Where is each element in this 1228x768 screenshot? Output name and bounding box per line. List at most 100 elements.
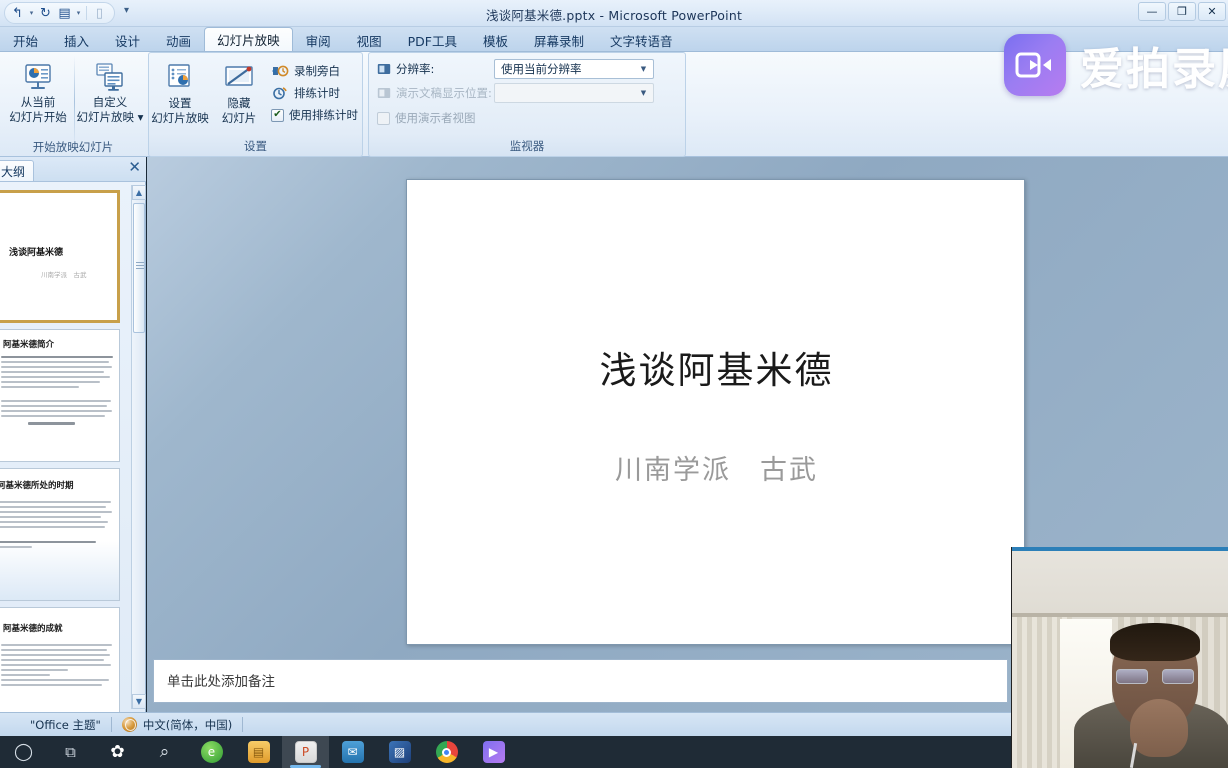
task-view-button[interactable]: ⧉ [47, 736, 94, 768]
slide-thumbnail-pane: 大纲 ✕ 浅谈阿基米德 川南学派 古武 阿基米德简介 阿基米德所处的时期 阿基米… [0, 157, 146, 712]
search-everything-icon[interactable]: ⌕ [141, 736, 188, 768]
photo-viewer-icon[interactable]: ▨ [376, 736, 423, 768]
slide-thumbnail-3[interactable]: 阿基米德所处的时期 [0, 468, 120, 601]
slide-thumbnail-4[interactable]: 阿基米德的成就 [0, 607, 120, 712]
resolution-combobox[interactable]: 使用当前分辨率 ▼ [494, 59, 654, 79]
scroll-up-arrow-icon[interactable]: ▲ [132, 185, 146, 200]
window-controls: — ❐ ✕ [1138, 2, 1226, 21]
notes-pane[interactable]: 单击此处添加备注 [153, 659, 1008, 703]
minimize-button[interactable]: — [1138, 2, 1166, 21]
slide-thumbnail-3-body [0, 501, 113, 551]
record-narration-option[interactable]: 录制旁白 [271, 60, 358, 82]
start-button[interactable]: ◯ [0, 736, 47, 768]
slide-thumbnail-2-body [1, 356, 113, 428]
use-rehearsed-timings-label: 使用排练计时 [289, 108, 358, 122]
pane-tab-outline[interactable]: 大纲 [0, 160, 35, 181]
show-presentation-on-icon [377, 87, 391, 100]
window-title: 浅谈阿基米德.pptx - Microsoft PowerPoint [485, 8, 743, 23]
rehearse-timings-label: 排练计时 [294, 86, 340, 100]
group-inner-divider [74, 56, 75, 148]
status-language-label: 中文(简体，中国) [142, 717, 233, 732]
tab-text-to-speech[interactable]: 文字转语音 [597, 29, 686, 51]
slide-thumbnail-2[interactable]: 阿基米德简介 [0, 329, 120, 462]
ribbon-group-setup: 设置 幻灯片放映 隐藏 幻灯片 录制旁白 排练计时 ✔ 使用排练计时 设置 [148, 52, 363, 157]
resolution-value: 使用当前分辨率 [501, 62, 582, 76]
show-on-combobox: ▼ [494, 83, 654, 103]
slide-thumbnail-3-title: 阿基米德所处的时期 [0, 481, 74, 491]
use-rehearsed-timings-check-icon[interactable]: ✔ [271, 108, 284, 122]
record-narration-icon [271, 64, 289, 78]
close-button[interactable]: ✕ [1198, 2, 1226, 21]
tab-template[interactable]: 模板 [470, 29, 521, 51]
webcam-person-hand [1130, 699, 1188, 757]
tab-pdf-tools[interactable]: PDF工具 [395, 29, 470, 51]
slide-thumbnail-1[interactable]: 浅谈阿基米德 川南学派 古武 [0, 190, 120, 323]
monitors-group-label: 监视器 [509, 139, 545, 153]
taskbar-app-pinwheel[interactable]: ✿ [94, 736, 141, 768]
tab-slideshow[interactable]: 幻灯片放映 [204, 27, 293, 51]
status-language[interactable]: 中文(简体，中国) [112, 713, 242, 737]
tab-start[interactable]: 开始 [0, 29, 51, 51]
setup-group-label: 设置 [244, 139, 267, 153]
close-icon[interactable]: ✕ [128, 160, 141, 175]
tab-view[interactable]: 视图 [344, 29, 395, 51]
chevron-down-icon-disabled: ▼ [640, 89, 647, 97]
set-up-slide-show-label-2: 幻灯片放映 [151, 111, 209, 125]
ribbon: 从当前 幻灯片开始 自定义 幻灯片放映 ▾ 开始放映幻灯片 设置 幻灯片放映 隐… [0, 52, 1228, 205]
rehearse-timings-icon [271, 86, 289, 100]
tab-animation[interactable]: 动画 [153, 29, 204, 51]
record-narration-label: 录制旁白 [294, 64, 340, 78]
webcam-person-hair [1110, 623, 1200, 661]
scrollbar-thumb[interactable] [133, 203, 145, 333]
hide-slide-icon [222, 61, 256, 95]
tab-review[interactable]: 审阅 [293, 29, 344, 51]
chrome-icon[interactable] [423, 736, 470, 768]
maximize-button[interactable]: ❐ [1168, 2, 1196, 21]
ribbon-group-start-show: 从当前 幻灯片开始 自定义 幻灯片放映 ▾ 开始放映幻灯片 [0, 52, 146, 157]
scroll-down-arrow-icon[interactable]: ▼ [132, 694, 146, 709]
current-slide[interactable]: 浅谈阿基米德 川南学派 古武 [406, 179, 1025, 645]
slide-title[interactable]: 浅谈阿基米德 [407, 340, 1026, 394]
outlook-icon[interactable]: ✉ [329, 736, 376, 768]
chevron-down-icon[interactable]: ▼ [636, 61, 651, 78]
browser-360-icon[interactable]: e [188, 736, 235, 768]
webcam-top-strip [1012, 547, 1228, 551]
set-up-slide-show-button[interactable]: 设置 幻灯片放映 [149, 58, 211, 125]
thumbnail-scrollbar[interactable]: ▲ ▼ [131, 185, 146, 709]
tab-design[interactable]: 设计 [102, 29, 153, 51]
pane-tab-strip: 大纲 ✕ [0, 157, 146, 182]
from-current-slide-button[interactable]: 从当前 幻灯片开始 [2, 57, 74, 124]
powerpoint-window: ↰ ▾ ↻ ▤ ▾ ▯ ▾ 浅谈阿基米德.pptx - Microsoft Po… [0, 0, 1228, 768]
resolution-row: 分辨率: 使用当前分辨率 ▼ [377, 59, 677, 79]
status-theme[interactable]: "Office 主题" [20, 713, 111, 737]
custom-slide-show-button[interactable]: 自定义 幻灯片放映 ▾ [74, 57, 146, 124]
presenter-view-check-icon[interactable] [377, 111, 390, 125]
powerpoint-icon[interactable]: P [282, 736, 329, 768]
slide-thumbnail-1-subtitle: 川南学派 古武 [41, 271, 87, 279]
presenter-view-checkbox[interactable]: 使用演示者视图 [377, 107, 677, 129]
presenter-view-label: 使用演示者视图 [395, 111, 476, 125]
aipai-recorder-icon[interactable]: ▶ [470, 736, 517, 768]
tab-insert[interactable]: 插入 [51, 29, 102, 51]
rehearse-timings-option[interactable]: 排练计时 [271, 82, 358, 104]
slide-thumbnail-2-title: 阿基米德简介 [3, 340, 55, 350]
webcam-person-glasses [1116, 669, 1194, 684]
show-on-row: 演示文稿显示位置: ▼ [377, 83, 677, 103]
start-show-group-label: 开始放映幻灯片 [32, 140, 114, 154]
ribbon-group-monitors: 分辨率: 使用当前分辨率 ▼ 演示文稿显示位置: ▼ 使用演示者视图 监视器 [368, 52, 686, 157]
scrollbar-grip-icon [136, 262, 144, 270]
tab-screen-record[interactable]: 屏幕录制 [521, 29, 597, 51]
from-current-slide-label-1: 从当前 [20, 95, 56, 109]
file-explorer-icon[interactable]: ▤ [235, 736, 282, 768]
slide-thumbnail-4-title: 阿基米德的成就 [3, 624, 63, 634]
slide-thumbnail-4-body [1, 644, 113, 689]
setup-options-list: 录制旁白 排练计时 ✔ 使用排练计时 [271, 60, 358, 126]
thumbnail-list[interactable]: 浅谈阿基米德 川南学派 古武 阿基米德简介 阿基米德所处的时期 阿基米德的成就 [0, 182, 132, 712]
from-current-slide-icon [21, 60, 55, 94]
hide-slide-button[interactable]: 隐藏 幻灯片 [211, 58, 267, 125]
from-current-slide-label-2: 幻灯片开始 [9, 110, 67, 124]
status-divider-2 [242, 717, 244, 732]
slide-subtitle[interactable]: 川南学派 古武 [407, 448, 1026, 487]
show-on-label: 演示文稿显示位置: [396, 86, 492, 100]
use-rehearsed-timings-checkbox[interactable]: ✔ 使用排练计时 [271, 104, 358, 126]
